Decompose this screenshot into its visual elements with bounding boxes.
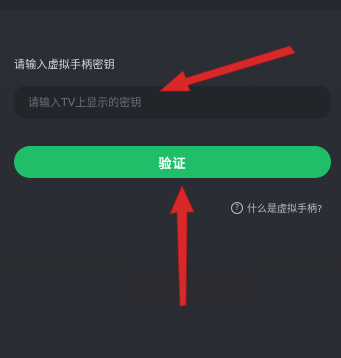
verify-button[interactable]: 验证: [14, 146, 331, 178]
virtual-gamepad-pairing-screen: 请输入虚拟手柄密钥 验证 ? 什么是虚拟手柄?: [0, 0, 341, 358]
annotation-arrows: [158, 45, 296, 307]
top-bar: [0, 0, 341, 10]
help-link-text: 什么是虚拟手柄?: [247, 204, 323, 215]
key-input[interactable]: [14, 86, 331, 119]
key-field-label: 请输入虚拟手柄密钥: [14, 58, 115, 71]
arrow-to-key-input: [158, 45, 296, 92]
what-is-virtual-gamepad-link[interactable]: ? 什么是虚拟手柄?: [231, 200, 322, 215]
arrow-to-verify-button: [169, 185, 195, 307]
help-circle-icon: ?: [231, 201, 243, 214]
